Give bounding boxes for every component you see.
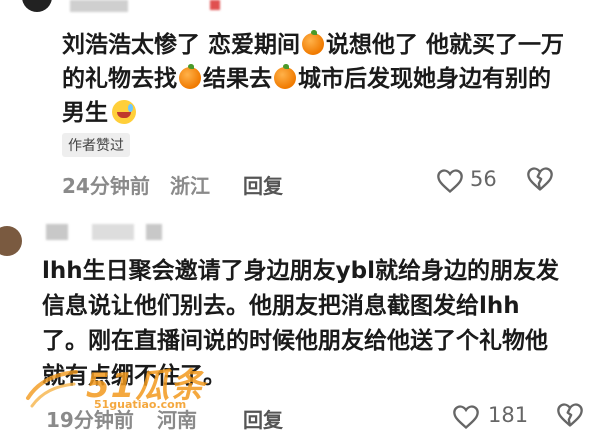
comment2-line2: 信息说让他们别去。他朋友把消息截图发给lhh [42,293,520,319]
author-liked-badge: 作者赞过 [62,133,130,157]
comment1-like-button[interactable]: 56 [436,166,506,196]
comment2-time: 19分钟前 [46,408,134,432]
comment2-reply-button[interactable]: 回复 [243,404,283,433]
crying-laughing-emoji-icon [112,100,136,124]
comment1-line2c-text: 城市后发现她身边有别的 [298,66,551,92]
comment2-line1: lhh生日聚会邀请了身边朋友ybl就给身边的朋友发 [42,258,559,284]
comment2-username-blur3 [146,224,162,240]
comment1-line2: 的礼物去找 结果去 城市后发现她身边有别的 [62,62,551,96]
tangerine-emoji-icon [302,30,325,55]
heart-icon [437,169,463,194]
comment2-username-blur [46,224,68,240]
comment1-line1: 刘浩浩太惨了 恋爱期间 说想他了 他就买了一万 [62,28,564,62]
comment1-line2b-text: 结果去 [203,66,272,92]
heart-icon [453,405,479,430]
comment1-line3: 男生 [62,96,136,130]
comment2-avatar[interactable] [0,226,22,256]
comment1-dislike-button[interactable] [526,166,556,196]
comment2-username-blur2 [92,224,134,240]
comment1-location: 浙江 [170,174,210,198]
broken-heart-icon [527,167,553,191]
comment1-line1b-text: 说想他了 他就买了一万 [326,32,565,58]
comment2-line3: 了。刚在直播间说的时候他朋友给他送了个礼物他 [42,328,548,354]
comment1-time: 24分钟前 [62,174,150,198]
top-username-blur [70,0,128,12]
tangerine-emoji-icon [274,64,296,89]
top-avatar[interactable] [22,0,52,12]
comment1-like-count: 56 [470,167,497,191]
comment1-line2a-text: 的礼物去找 [62,66,177,92]
comment1-reply-button[interactable]: 回复 [243,170,283,199]
tangerine-emoji-icon [179,64,201,89]
comment2-location: 河南 [157,408,197,432]
comment2-like-button[interactable]: 181 [452,402,532,432]
comment1-line3-text: 男生 [62,100,108,126]
top-username-blur-red [210,0,220,10]
broken-heart-icon [557,403,583,427]
comment1-line1-text: 刘浩浩太惨了 恋爱期间 [62,32,301,58]
comment2-dislike-button[interactable] [556,402,586,431]
comment2-line4: 就有点绷不住了。 [42,363,226,389]
comment2-like-count: 181 [488,403,529,427]
